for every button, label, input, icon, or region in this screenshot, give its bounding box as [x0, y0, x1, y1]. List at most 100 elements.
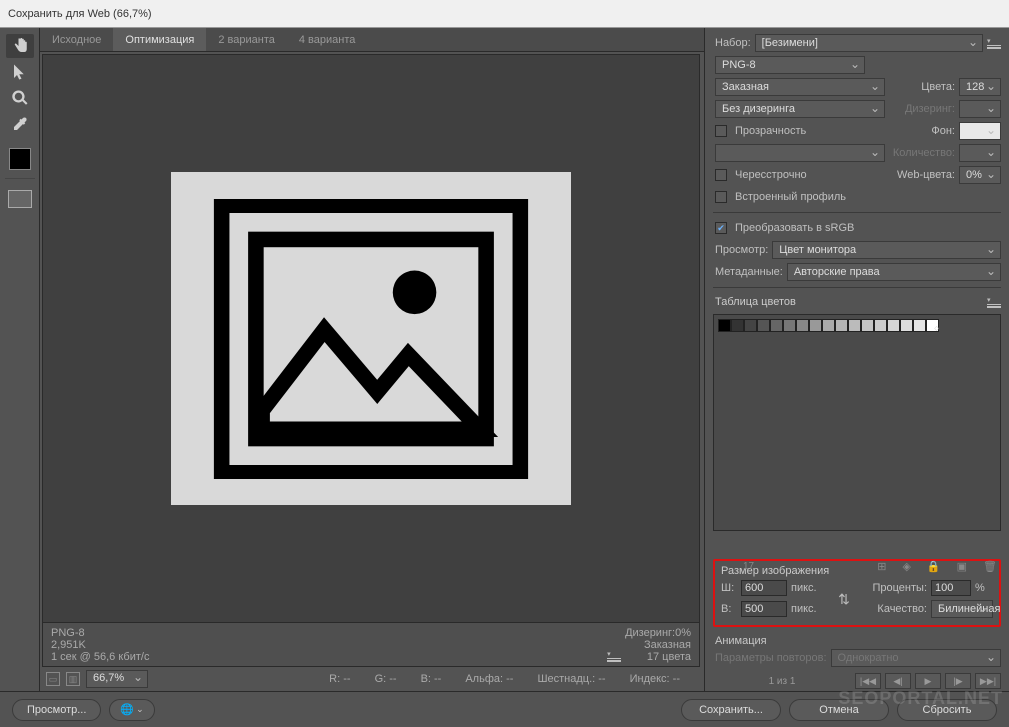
tab-optimized[interactable]: Оптимизация — [113, 28, 206, 51]
preset-menu-icon[interactable] — [987, 37, 1001, 49]
info-speed: 1 сек @ 56,6 кбит/с — [51, 651, 603, 663]
srgb-label: Преобразовать в sRGB — [735, 222, 854, 234]
cancel-button[interactable]: Отмена — [789, 699, 889, 721]
artboard — [171, 172, 571, 505]
height-unit: пикс. — [791, 603, 831, 615]
dither-type-select[interactable]: Без дизеринга — [715, 100, 885, 118]
percent-label: Проценты: — [857, 582, 927, 594]
ct-icon-2[interactable]: ◈ — [902, 560, 910, 573]
frame-indicator: 1 из 1 — [713, 676, 851, 687]
preview-select[interactable]: Цвет монитора — [772, 241, 1001, 259]
metadata-label: Метаданные: — [715, 266, 783, 278]
height-input[interactable] — [741, 601, 787, 617]
percent-unit: % — [975, 582, 993, 594]
info-strip: PNG-8 2,951K 1 сек @ 56,6 кбит/с Дизерин… — [42, 623, 700, 667]
right-panel: Набор: [Безимени] PNG-8 Заказная Цвета: … — [704, 28, 1009, 691]
reduction-select[interactable]: Заказная — [715, 78, 885, 96]
transparency-checkbox[interactable] — [715, 125, 727, 137]
height-label: В: — [721, 603, 737, 615]
transparency-dither-select — [715, 144, 885, 162]
color-table[interactable]: ◇ — [713, 314, 1001, 531]
globe-icon: 🌐 — [120, 703, 134, 716]
tab-original[interactable]: Исходное — [40, 28, 113, 51]
metadata-select[interactable]: Авторские права — [787, 263, 1001, 281]
interlaced-checkbox[interactable] — [715, 169, 727, 181]
zoom-tool[interactable] — [6, 86, 34, 110]
view-tabs: Исходное Оптимизация 2 варианта 4 вариан… — [40, 28, 704, 52]
foreground-swatch[interactable] — [9, 148, 31, 170]
width-label: Ш: — [721, 582, 737, 594]
preview-swatch-tool[interactable] — [6, 187, 34, 211]
canvas[interactable] — [42, 54, 700, 623]
save-button[interactable]: Сохранить... — [681, 699, 781, 721]
image-icon — [212, 199, 530, 479]
info-index: Индекс: -- — [630, 673, 680, 685]
quality-select[interactable]: Билинейная — [931, 600, 993, 618]
first-frame-button[interactable]: |◀◀ — [855, 673, 881, 689]
colortable-count: 17 — [743, 561, 754, 572]
next-frame-button[interactable]: |▶ — [945, 673, 971, 689]
ct-icon-5[interactable]: 🗑 — [983, 560, 997, 573]
ct-icon-4[interactable]: ▣ — [957, 560, 967, 573]
info-menu-icon[interactable] — [607, 650, 621, 662]
websnap-label: Web-цвета: — [897, 169, 955, 181]
loop-label: Параметры повторов: — [715, 652, 827, 664]
websnap-select[interactable]: 0% — [959, 166, 1001, 184]
colortable-label: Таблица цветов — [715, 296, 796, 308]
bottom-info-row: ▭ ▥ 66,7% R: -- G: -- B: -- Альфа: -- Ше… — [40, 667, 704, 691]
quality-label: Качество: — [857, 603, 927, 615]
animation-label: Анимация — [715, 635, 1001, 647]
amount-label: Количество: — [893, 147, 955, 159]
tab-2up[interactable]: 2 варианта — [206, 28, 287, 51]
percent-input[interactable] — [931, 580, 971, 596]
move-tool[interactable] — [6, 60, 34, 84]
colortable-menu-icon[interactable] — [987, 296, 1001, 308]
preview-button[interactable]: Просмотр... — [12, 699, 101, 721]
width-input[interactable] — [741, 580, 787, 596]
matte-select[interactable] — [959, 122, 1001, 140]
preset-select[interactable]: [Безимени] — [755, 34, 983, 52]
ct-icon-1[interactable]: ⊞ — [877, 560, 886, 573]
done-button[interactable]: Сбросить — [897, 699, 997, 721]
embed-profile-label: Встроенный профиль — [735, 191, 846, 203]
matte-label: Фон: — [931, 125, 955, 137]
layout-icon-1[interactable]: ▭ — [46, 672, 60, 686]
amount-select — [959, 144, 1001, 162]
browser-preview-button[interactable]: 🌐⌄ — [109, 699, 154, 721]
hand-tool[interactable] — [6, 34, 34, 58]
prev-frame-button[interactable]: ◀| — [885, 673, 911, 689]
info-r: R: -- — [329, 673, 350, 685]
info-size: 2,951K — [51, 639, 603, 651]
colors-select[interactable]: 128 — [959, 78, 1001, 96]
layout-icon-2[interactable]: ▥ — [66, 672, 80, 686]
info-hex: Шестнадц.: -- — [537, 673, 605, 685]
info-g: G: -- — [375, 673, 397, 685]
embed-profile-checkbox[interactable] — [715, 191, 727, 203]
play-button[interactable]: ▶ — [915, 673, 941, 689]
preview-label: Просмотр: — [715, 244, 768, 256]
loop-select: Однократно — [831, 649, 1001, 667]
titlebar: Сохранить для Web (66,7%) — [0, 0, 1009, 28]
info-dither: Дизеринг:0% — [625, 627, 691, 639]
dither-amount-select — [959, 100, 1001, 118]
info-b: B: -- — [421, 673, 442, 685]
transparency-label: Прозрачность — [735, 125, 806, 137]
preset-label: Набор: — [715, 37, 751, 49]
eyedropper-tool[interactable] — [6, 112, 34, 136]
dither-label: Дизеринг: — [905, 103, 955, 115]
link-icon[interactable]: ⇅ — [835, 591, 853, 608]
info-format: PNG-8 — [51, 627, 603, 639]
left-toolbar — [0, 28, 40, 691]
last-frame-button[interactable]: ▶▶| — [975, 673, 1001, 689]
footer: Просмотр... 🌐⌄ Сохранить... Отмена Сброс… — [0, 691, 1009, 727]
tab-4up[interactable]: 4 варианта — [287, 28, 368, 51]
info-palette: Заказная — [625, 639, 691, 651]
colors-label: Цвета: — [921, 81, 955, 93]
ct-icon-3[interactable]: 🔒 — [927, 560, 941, 573]
format-select[interactable]: PNG-8 — [715, 56, 865, 74]
width-unit: пикс. — [791, 582, 831, 594]
info-colorcount: 17 цвета — [625, 651, 691, 663]
srgb-checkbox[interactable]: ✔ — [715, 222, 727, 234]
interlaced-label: Чересстрочно — [735, 169, 807, 181]
zoom-select[interactable]: 66,7% — [86, 670, 148, 688]
